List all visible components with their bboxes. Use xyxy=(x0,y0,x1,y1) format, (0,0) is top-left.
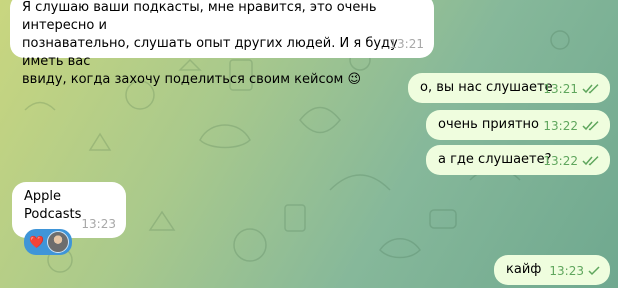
message-time: 13:21 xyxy=(543,82,578,96)
message-meta: 13:22 xyxy=(543,117,600,135)
check-icon xyxy=(588,266,600,276)
message-incoming-podcasts[interactable]: Я слушаю ваши подкасты, мне нравится, эт… xyxy=(10,0,434,87)
message-meta: 13:21 xyxy=(543,80,600,98)
message-meta: 13:23 xyxy=(81,215,116,233)
message-outgoing-listening[interactable]: о, вы нас слушаете 13:21 xyxy=(408,73,610,103)
message-time: 13:22 xyxy=(543,154,578,168)
double-check-icon xyxy=(582,84,600,94)
message-outgoing-kaif[interactable]: кайф 13:23 xyxy=(494,255,610,285)
message-outgoing-pleasant[interactable]: очень приятно 13:22 xyxy=(426,110,610,140)
avatar xyxy=(46,231,69,253)
message-text: очень приятно xyxy=(438,117,539,132)
message-meta: 13:22 xyxy=(543,152,600,170)
message-meta: 13:21 xyxy=(389,35,424,53)
message-time: 13:23 xyxy=(549,264,584,278)
message-text: кайф xyxy=(506,262,542,277)
message-meta: 13:23 xyxy=(549,262,600,280)
message-incoming-apple-podcasts[interactable]: Apple Podcasts ❤️ 13:23 xyxy=(12,182,126,255)
double-check-icon xyxy=(582,121,600,131)
heart-icon: ❤️ xyxy=(29,235,44,249)
message-line-2: познавательно, слушать опыт других людей… xyxy=(22,36,398,69)
wink-emoji: 😉 xyxy=(347,72,362,87)
double-check-icon xyxy=(582,156,600,166)
message-line-1: Я слушаю ваши подкасты, мне нравится, эт… xyxy=(22,0,377,33)
reaction-heart-button[interactable]: ❤️ xyxy=(24,229,72,255)
message-text: о, вы нас слушаете xyxy=(420,80,553,95)
message-time: 13:21 xyxy=(389,37,424,51)
message-outgoing-where[interactable]: а где слушаете? 13:22 xyxy=(426,145,610,175)
message-time: 13:23 xyxy=(81,217,116,231)
message-line-3: ввиду, когда захочу поделиться своим кей… xyxy=(22,72,344,87)
message-time: 13:22 xyxy=(543,119,578,133)
message-text: а где слушаете? xyxy=(438,152,552,167)
